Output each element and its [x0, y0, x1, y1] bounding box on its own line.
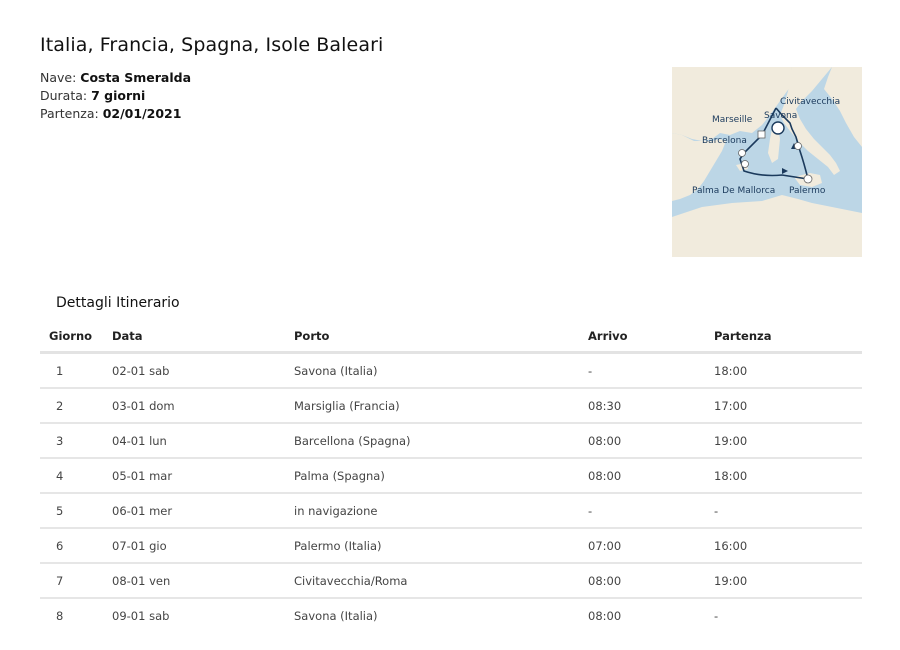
- col-giorno: Giorno: [40, 320, 112, 354]
- page-title: Italia, Francia, Spagna, Isole Baleari: [40, 34, 384, 56]
- departure-value: 02/01/2021: [102, 106, 182, 121]
- cell-day: 5: [40, 493, 112, 529]
- cell-arrival: -: [588, 352, 714, 389]
- cell-date: 04-01 lun: [112, 423, 294, 459]
- cell-day: 1: [40, 352, 112, 389]
- cell-day: 2: [40, 388, 112, 424]
- itinerary-title: Dettagli Itinerario: [56, 295, 180, 311]
- map-canvas: Civitavecchia Savona Marseille Barcelona…: [672, 67, 862, 257]
- duration-value: 7 giorni: [91, 88, 146, 103]
- marker-palermo[interactable]: [803, 174, 813, 184]
- itinerary-map[interactable]: Civitavecchia Savona Marseille Barcelona…: [672, 67, 862, 257]
- cell-departure: -: [714, 608, 719, 623]
- table-row: 3 04-01 lun Barcellona (Spagna) 08:00 19…: [40, 423, 862, 459]
- table-row: 1 02-01 sab Savona (Italia) - 18:00: [40, 352, 862, 389]
- marker-barcelona[interactable]: [738, 149, 746, 157]
- cell-arrival: 08:30: [588, 388, 714, 424]
- cell-arrival: -: [588, 493, 714, 529]
- cell-date: 02-01 sab: [112, 352, 294, 389]
- cell-departure: -: [714, 493, 862, 529]
- col-arrivo: Arrivo: [588, 320, 714, 354]
- cell-date: 09-01 sab: [112, 608, 170, 623]
- col-data: Data: [112, 320, 294, 354]
- marker-civitavecchia[interactable]: [794, 142, 802, 150]
- table-row: 4 05-01 mar Palma (Spagna) 08:00 18:00: [40, 458, 862, 494]
- col-partenza: Partenza: [714, 320, 862, 354]
- table-row: 8 09-01 sab Savona (Italia) 08:00 -: [40, 598, 862, 632]
- cell-arrival: 08:00: [588, 458, 714, 494]
- cell-port: Palermo (Italia): [294, 528, 588, 564]
- cell-day: 3: [40, 423, 112, 459]
- departure-label: Partenza:: [40, 106, 99, 121]
- label-civitavecchia: Civitavecchia: [780, 97, 840, 107]
- marker-marseille[interactable]: [757, 130, 766, 139]
- cell-port: Marsiglia (Francia): [294, 388, 588, 424]
- cell-day: 8: [56, 608, 64, 623]
- label-savona: Savona: [764, 111, 797, 121]
- marker-savona[interactable]: [771, 121, 785, 135]
- table-header-row: Giorno Data Porto Arrivo Partenza: [40, 320, 862, 354]
- departure-row: Partenza: 02/01/2021: [40, 105, 191, 123]
- cell-day: 7: [40, 563, 112, 599]
- cell-departure: 18:00: [714, 352, 862, 389]
- cell-departure: 17:00: [714, 388, 862, 424]
- cell-departure: 19:00: [714, 563, 862, 599]
- cell-day: 4: [40, 458, 112, 494]
- ship-row: Nave: Costa Smeralda: [40, 69, 191, 87]
- table-row: 2 03-01 dom Marsiglia (Francia) 08:30 17…: [40, 388, 862, 424]
- table-row: 5 06-01 mer in navigazione - -: [40, 493, 862, 529]
- cell-port: Barcellona (Spagna): [294, 423, 588, 459]
- cell-date: 06-01 mer: [112, 493, 294, 529]
- cell-port: in navigazione: [294, 493, 588, 529]
- marker-palma[interactable]: [741, 160, 749, 168]
- cell-departure: 19:00: [714, 423, 862, 459]
- itinerary-table: Giorno Data Porto Arrivo Partenza 1 02-0…: [40, 320, 862, 632]
- cell-date: 08-01 ven: [112, 563, 294, 599]
- cell-port: Palma (Spagna): [294, 458, 588, 494]
- cell-arrival: 08:00: [588, 423, 714, 459]
- table-row: 7 08-01 ven Civitavecchia/Roma 08:00 19:…: [40, 563, 862, 599]
- ship-label: Nave:: [40, 70, 77, 85]
- cell-arrival: 08:00: [588, 608, 622, 623]
- duration-row: Durata: 7 giorni: [40, 87, 191, 105]
- cell-port: Civitavecchia/Roma: [294, 563, 588, 599]
- cell-date: 05-01 mar: [112, 458, 294, 494]
- cell-arrival: 07:00: [588, 528, 714, 564]
- label-marseille: Marseille: [712, 115, 753, 125]
- duration-label: Durata:: [40, 88, 88, 103]
- label-palermo: Palermo: [789, 186, 826, 196]
- table-row: 6 07-01 gio Palermo (Italia) 07:00 16:00: [40, 528, 862, 564]
- cell-arrival: 08:00: [588, 563, 714, 599]
- ship-value: Costa Smeralda: [80, 70, 192, 85]
- cell-date: 03-01 dom: [112, 388, 294, 424]
- cell-date: 07-01 gio: [112, 528, 294, 564]
- cell-departure: 16:00: [714, 528, 862, 564]
- cell-port: Savona (Italia): [294, 352, 588, 389]
- cell-day: 6: [40, 528, 112, 564]
- label-palma: Palma De Mallorca: [692, 186, 775, 196]
- cruise-info: Nave: Costa Smeralda Durata: 7 giorni Pa…: [40, 69, 191, 123]
- label-barcelona: Barcelona: [702, 136, 747, 146]
- cell-port: Savona (Italia): [294, 608, 378, 623]
- col-porto: Porto: [294, 320, 588, 354]
- cell-departure: 18:00: [714, 458, 862, 494]
